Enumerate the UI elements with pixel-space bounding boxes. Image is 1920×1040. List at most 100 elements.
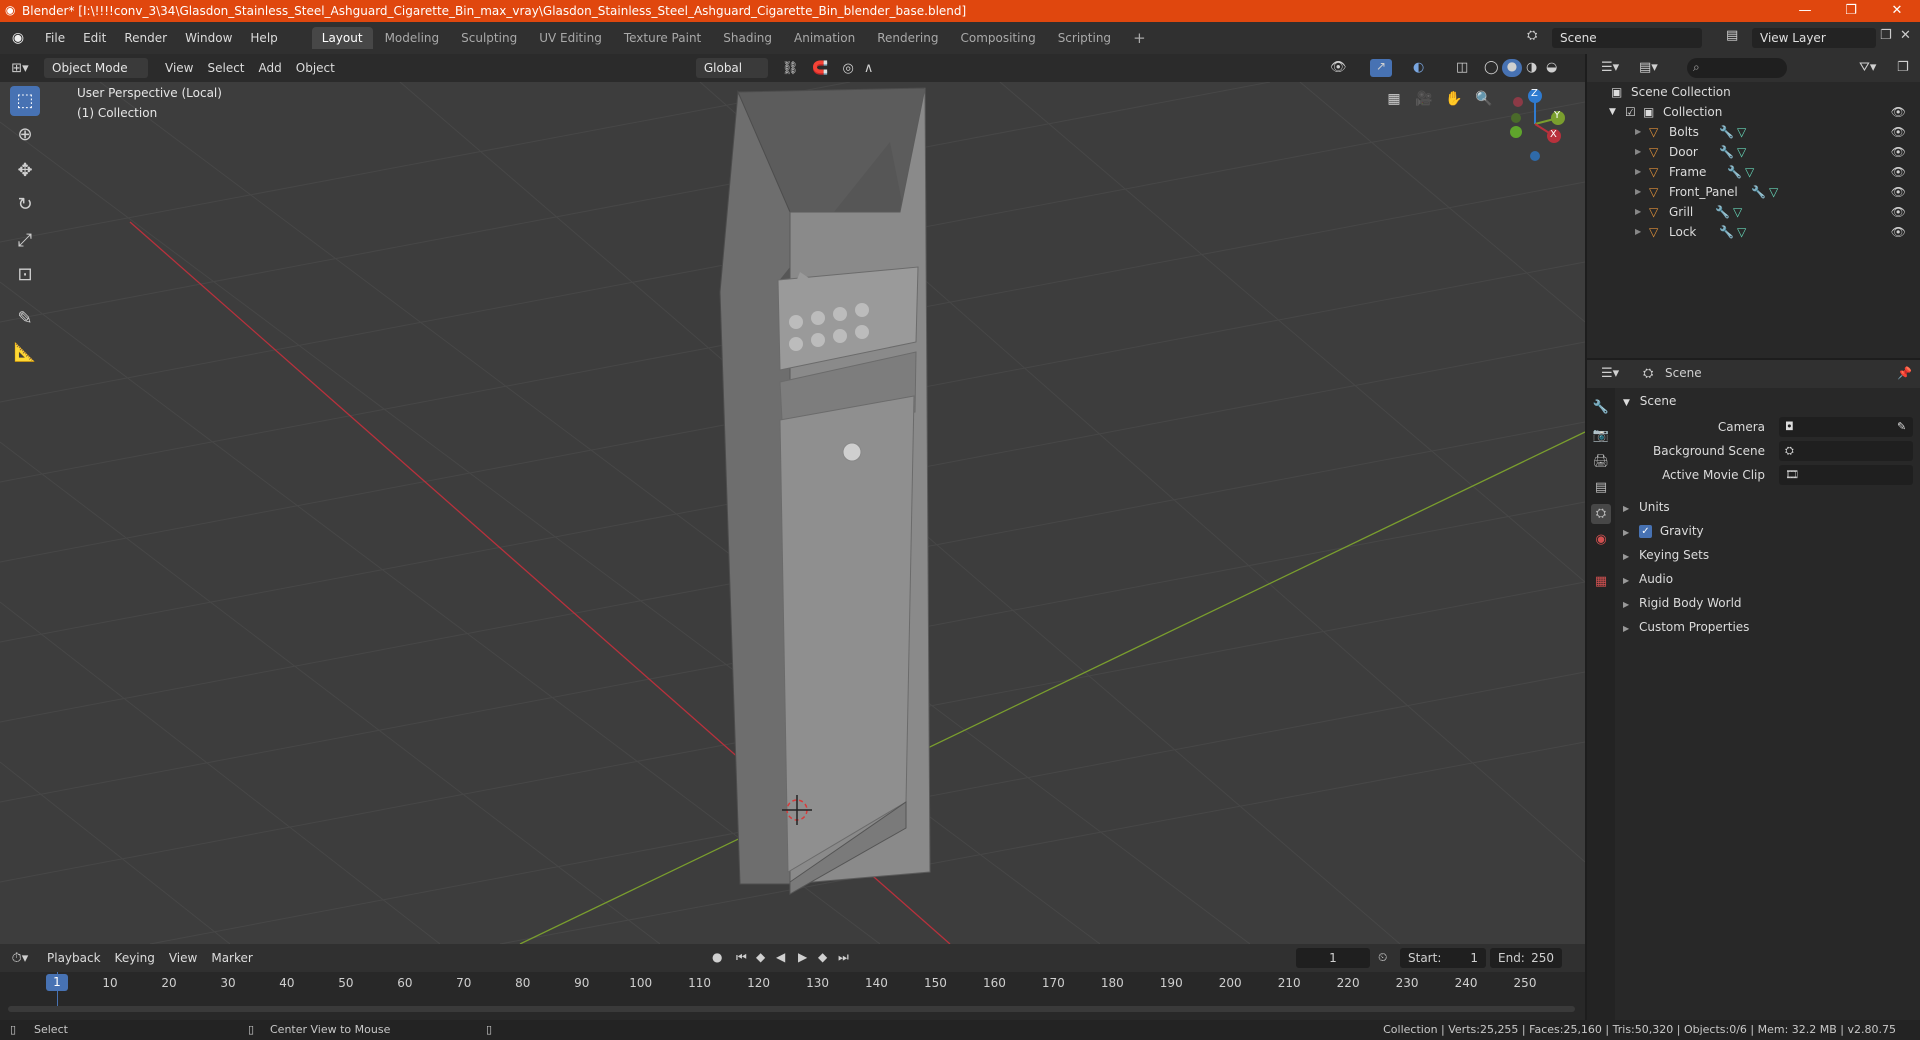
gizmo-toggle-icon[interactable]: ↗: [1370, 59, 1392, 77]
output-tab-icon[interactable]: 🖨: [1591, 452, 1611, 472]
visibility-icon[interactable]: 👁: [1891, 162, 1906, 182]
record-icon[interactable]: ●: [712, 950, 722, 964]
play-icon[interactable]: ▶: [798, 950, 807, 964]
pan-view-icon[interactable]: ✋: [1443, 88, 1465, 110]
tab-texture-paint[interactable]: Texture Paint: [614, 27, 711, 49]
xray-icon[interactable]: ◫: [1456, 60, 1468, 75]
background-scene-field[interactable]: [1779, 441, 1913, 461]
modifier-icon[interactable]: 🔧: [1719, 122, 1734, 142]
menu-file[interactable]: File: [36, 22, 74, 54]
expand-icon[interactable]: ▶: [1635, 202, 1641, 222]
collection-visibility-icon[interactable]: 👁: [1891, 102, 1906, 122]
expand-icon[interactable]: ▶: [1635, 122, 1641, 142]
scene-selector[interactable]: Scene: [1552, 28, 1702, 48]
playhead-frame-badge[interactable]: 1: [46, 974, 68, 991]
menu-view[interactable]: View: [158, 61, 200, 75]
transform-tool-icon[interactable]: ⊡: [10, 260, 40, 290]
outliner-search-input[interactable]: [1687, 58, 1787, 78]
eyedropper-icon[interactable]: ✎: [1897, 416, 1906, 438]
outliner-editor-type-icon[interactable]: ☰▾: [1601, 60, 1619, 75]
annotate-tool-icon[interactable]: ✎: [10, 304, 40, 334]
minimize-button[interactable]: —: [1782, 0, 1828, 22]
modifier-icon[interactable]: 🔧: [1719, 222, 1734, 242]
start-frame-field[interactable]: Start: 1: [1400, 948, 1486, 968]
collection-checkbox-icon[interactable]: ☑: [1625, 102, 1636, 122]
modifier-icon[interactable]: 🔧: [1727, 162, 1742, 182]
remove-view-layer-icon[interactable]: ✕: [1900, 28, 1911, 43]
play-reverse-icon[interactable]: ◀: [776, 950, 785, 964]
visibility-icon[interactable]: 👁: [1891, 122, 1906, 142]
measure-tool-icon[interactable]: 📐: [10, 338, 40, 368]
pin-icon[interactable]: 📌: [1897, 366, 1912, 380]
visibility-icon[interactable]: 👁: [1891, 182, 1906, 202]
new-view-layer-icon[interactable]: ❐: [1880, 28, 1892, 43]
tab-layout[interactable]: Layout: [311, 27, 373, 49]
menu-select[interactable]: Select: [200, 61, 251, 75]
modifier-icon[interactable]: 🔧: [1719, 142, 1734, 162]
timeline-scrollbar[interactable]: [8, 1006, 1575, 1012]
menu-edit[interactable]: Edit: [74, 22, 115, 54]
menu-render[interactable]: Render: [115, 22, 176, 54]
keying-sets-section[interactable]: ▶ Keying Sets: [1623, 544, 1913, 566]
units-section[interactable]: ▶ Units: [1623, 496, 1913, 518]
tab-uv-editing[interactable]: UV Editing: [529, 27, 612, 49]
falloff-icon[interactable]: ∧: [864, 61, 874, 76]
orientation-selector[interactable]: Global: [695, 58, 768, 78]
texture-tab-icon[interactable]: ▦: [1591, 572, 1611, 592]
blender-menu-icon[interactable]: ◉: [0, 30, 36, 46]
display-mode-icon[interactable]: ▤▾: [1639, 60, 1658, 75]
end-frame-field[interactable]: End: 250: [1490, 948, 1562, 968]
filter-icon[interactable]: ⛛▾: [1859, 60, 1876, 75]
view-layer-tab-icon[interactable]: ▤: [1591, 478, 1611, 498]
mesh-data-icon[interactable]: ▽: [1745, 162, 1754, 182]
visibility-icon[interactable]: 👁: [1891, 202, 1906, 222]
active-movie-clip-field[interactable]: [1779, 465, 1913, 485]
timeline-editor-type-icon[interactable]: ⏱▾: [0, 951, 40, 966]
material-shading-icon[interactable]: ◑: [1526, 60, 1537, 75]
navigation-gizmo[interactable]: [1500, 84, 1580, 164]
menu-keying[interactable]: Keying: [108, 951, 162, 965]
scene-panel-header[interactable]: ▼ Scene: [1623, 390, 1913, 412]
camera-view-icon[interactable]: 🎥: [1413, 88, 1435, 110]
proportional-edit-icon[interactable]: ◎: [843, 61, 854, 76]
menu-object[interactable]: Object: [289, 61, 342, 75]
tab-shading[interactable]: Shading: [713, 27, 782, 49]
tab-compositing[interactable]: Compositing: [950, 27, 1045, 49]
tab-rendering[interactable]: Rendering: [867, 27, 948, 49]
outliner-object-frame[interactable]: ▶ ▽ Frame 🔧 ▽ 👁: [1587, 162, 1920, 182]
outliner-object-front-panel[interactable]: ▶ ▽ Front_Panel 🔧 ▽ 👁: [1587, 182, 1920, 202]
visibility-icon[interactable]: 👁: [1330, 60, 1347, 75]
editor-type-icon[interactable]: ⊞▾: [0, 61, 40, 76]
outliner-object-bolts[interactable]: ▶ ▽ Bolts 🔧 ▽ 👁: [1587, 122, 1920, 142]
mesh-data-icon[interactable]: ▽: [1737, 222, 1746, 242]
rotate-tool-icon[interactable]: ↻: [10, 190, 40, 220]
scale-tool-icon[interactable]: ⤢: [10, 226, 40, 256]
gravity-checkbox[interactable]: ✓: [1638, 525, 1652, 538]
snap-icon[interactable]: 🧲: [812, 61, 828, 76]
expand-icon[interactable]: ▶: [1635, 162, 1641, 182]
ashtray-bin-model[interactable]: [719, 87, 931, 895]
mesh-data-icon[interactable]: ▽: [1737, 122, 1746, 142]
tab-animation[interactable]: Animation: [784, 27, 865, 49]
modifier-icon[interactable]: 🔧: [1715, 202, 1730, 222]
expand-icon[interactable]: ▶: [1635, 142, 1641, 162]
expand-icon[interactable]: ▶: [1635, 222, 1641, 242]
visibility-icon[interactable]: 👁: [1891, 142, 1906, 162]
rigid-body-world-section[interactable]: ▶ Rigid Body World: [1623, 592, 1913, 614]
select-box-tool-icon[interactable]: ⬚: [10, 86, 40, 116]
mesh-data-icon[interactable]: ▽: [1733, 202, 1742, 222]
mode-selector[interactable]: Object Mode: [44, 58, 148, 78]
tab-modeling[interactable]: Modeling: [375, 27, 450, 49]
menu-marker[interactable]: Marker: [204, 951, 259, 965]
cursor-tool-icon[interactable]: ⊕: [10, 120, 40, 150]
tab-sculpting[interactable]: Sculpting: [451, 27, 527, 49]
mesh-data-icon[interactable]: ▽: [1769, 182, 1778, 202]
tool-tab-icon[interactable]: 🔧: [1591, 398, 1611, 418]
overlay-icon[interactable]: ◐: [1413, 60, 1424, 75]
current-frame-field[interactable]: 1: [1296, 948, 1370, 968]
outliner-object-lock[interactable]: ▶ ▽ Lock 🔧 ▽ 👁: [1587, 222, 1920, 242]
add-workspace-button[interactable]: +: [1123, 27, 1156, 49]
maximize-button[interactable]: ❐: [1828, 0, 1874, 22]
visibility-icon[interactable]: 👁: [1891, 222, 1906, 242]
prev-keyframe-icon[interactable]: ◆: [756, 950, 765, 964]
